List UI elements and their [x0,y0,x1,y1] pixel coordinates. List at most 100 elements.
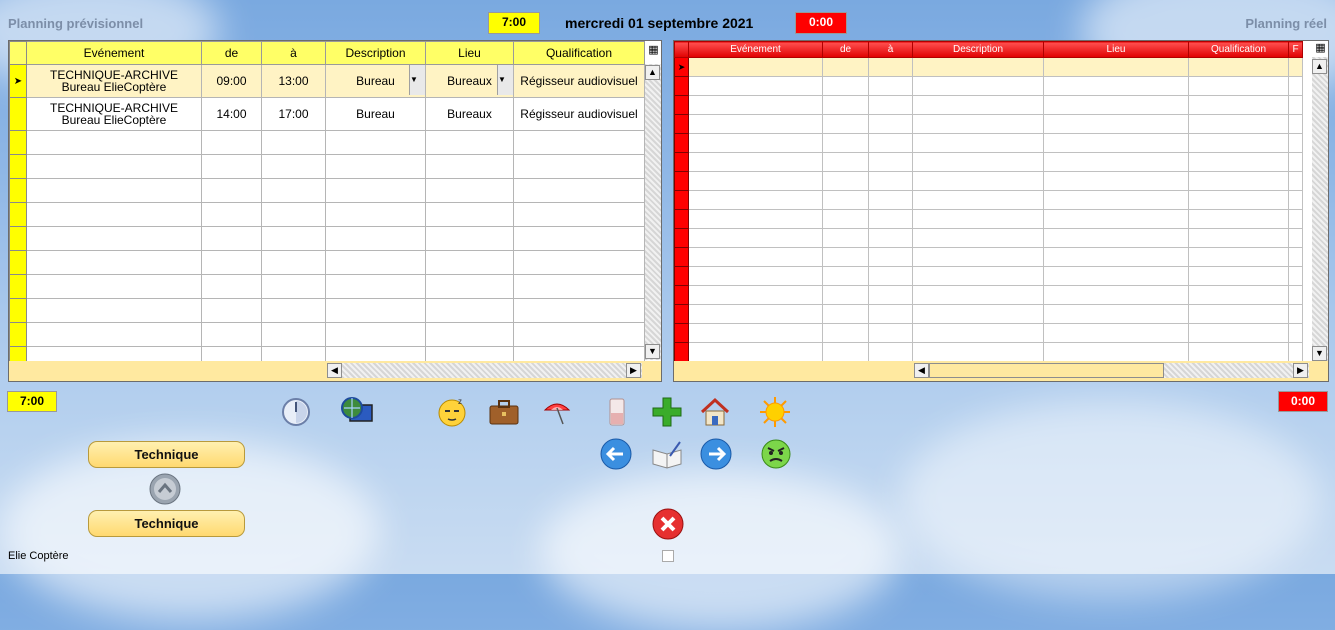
table-cell[interactable] [261,250,326,275]
table-cell[interactable] [425,130,514,155]
col-header-description[interactable]: Description [912,41,1044,58]
table-cell[interactable] [325,178,426,203]
globe-monitor-icon[interactable] [340,395,374,429]
table-cell[interactable] [1188,209,1289,229]
table-cell[interactable] [822,190,869,210]
table-row[interactable] [674,133,1303,153]
table-row[interactable] [674,190,1303,210]
table-row[interactable] [674,171,1303,191]
table-cell[interactable] [1043,114,1189,134]
table-cell[interactable] [1188,342,1289,362]
table-row[interactable] [674,228,1303,248]
table-cell[interactable] [868,228,913,248]
cell-qualification[interactable]: Régisseur audiovisuel [513,64,645,98]
col-header-de[interactable]: de [822,41,869,58]
table-cell[interactable] [868,152,913,172]
table-row[interactable] [9,202,645,227]
table-cell[interactable] [822,171,869,191]
table-cell[interactable] [425,322,514,347]
col-header-qualification[interactable]: Qualification [1188,41,1289,58]
row-selector[interactable] [9,97,27,131]
table-row[interactable] [674,323,1303,343]
table-cell[interactable] [1043,342,1189,362]
table-cell[interactable] [868,266,913,286]
table-cell[interactable] [325,202,426,227]
table-cell[interactable] [688,76,823,96]
table-cell[interactable] [325,322,426,347]
table-cell[interactable] [868,95,913,115]
table-cell[interactable] [513,274,645,299]
cell-a[interactable]: 17:00 [261,97,326,131]
table-cell[interactable] [325,130,426,155]
column-chooser-icon[interactable]: ▦ [647,43,660,58]
row-selector[interactable] [674,171,689,191]
table-cell[interactable] [688,285,823,305]
small-checkbox[interactable] [662,550,674,562]
col-header-evenement[interactable]: Evénement [688,41,823,58]
scroll-down-button[interactable]: ▼ [645,344,660,359]
table-cell[interactable] [513,130,645,155]
col-header-de[interactable]: de [201,41,262,65]
table-cell[interactable] [425,226,514,251]
table-cell[interactable] [912,266,1044,286]
table-row[interactable] [9,274,645,299]
table-cell[interactable] [1043,304,1189,324]
row-selector[interactable] [674,133,689,153]
col-header-lieu[interactable]: Lieu [425,41,514,65]
row-selector[interactable] [674,304,689,324]
col-header-qualification[interactable]: Qualification [513,41,645,65]
table-cell[interactable] [325,250,426,275]
arrow-left-icon[interactable] [599,437,633,471]
beach-umbrella-icon[interactable] [540,395,574,429]
table-cell[interactable] [822,323,869,343]
table-cell[interactable] [1288,304,1303,324]
table-cell[interactable] [912,228,1044,248]
table-cell[interactable] [868,171,913,191]
row-selector[interactable] [674,190,689,210]
table-cell[interactable] [688,190,823,210]
table-cell[interactable] [688,209,823,229]
table-row[interactable] [9,154,645,179]
row-selector[interactable] [674,209,689,229]
planning-reel-grid[interactable]: Evénement de à Description Lieu Qualific… [673,40,1329,382]
table-cell[interactable] [513,202,645,227]
row-selector[interactable] [674,114,689,134]
right-vertical-scrollbar[interactable] [1312,57,1328,363]
right-hscroll-thumb[interactable] [929,363,1164,378]
table-cell[interactable] [822,304,869,324]
table-cell[interactable] [513,226,645,251]
table-cell[interactable] [261,202,326,227]
table-row[interactable] [674,114,1303,134]
table-cell[interactable] [912,285,1044,305]
home-icon[interactable] [698,395,732,429]
table-cell[interactable] [1043,76,1189,96]
table-cell[interactable] [1043,57,1189,77]
table-cell[interactable] [1188,247,1289,267]
table-cell[interactable] [912,304,1044,324]
table-cell[interactable] [1288,228,1303,248]
table-cell[interactable] [1188,133,1289,153]
table-cell[interactable] [1288,285,1303,305]
table-cell[interactable] [1043,209,1189,229]
table-cell[interactable] [26,178,202,203]
table-cell[interactable] [822,209,869,229]
table-cell[interactable] [688,171,823,191]
table-cell[interactable] [513,154,645,179]
table-cell[interactable] [26,298,202,323]
table-row[interactable] [9,226,645,251]
table-cell[interactable] [201,202,262,227]
table-cell[interactable] [1043,228,1189,248]
table-cell[interactable] [912,76,1044,96]
table-cell[interactable] [1188,228,1289,248]
table-cell[interactable] [26,130,202,155]
table-cell[interactable] [1288,95,1303,115]
close-icon[interactable] [651,507,685,541]
table-cell[interactable] [261,226,326,251]
table-cell[interactable] [1043,247,1189,267]
table-cell[interactable] [1188,171,1289,191]
cell-description[interactable]: Bureau [325,97,426,131]
row-selector[interactable] [674,247,689,267]
table-cell[interactable] [912,95,1044,115]
table-cell[interactable] [513,178,645,203]
table-cell[interactable] [912,190,1044,210]
